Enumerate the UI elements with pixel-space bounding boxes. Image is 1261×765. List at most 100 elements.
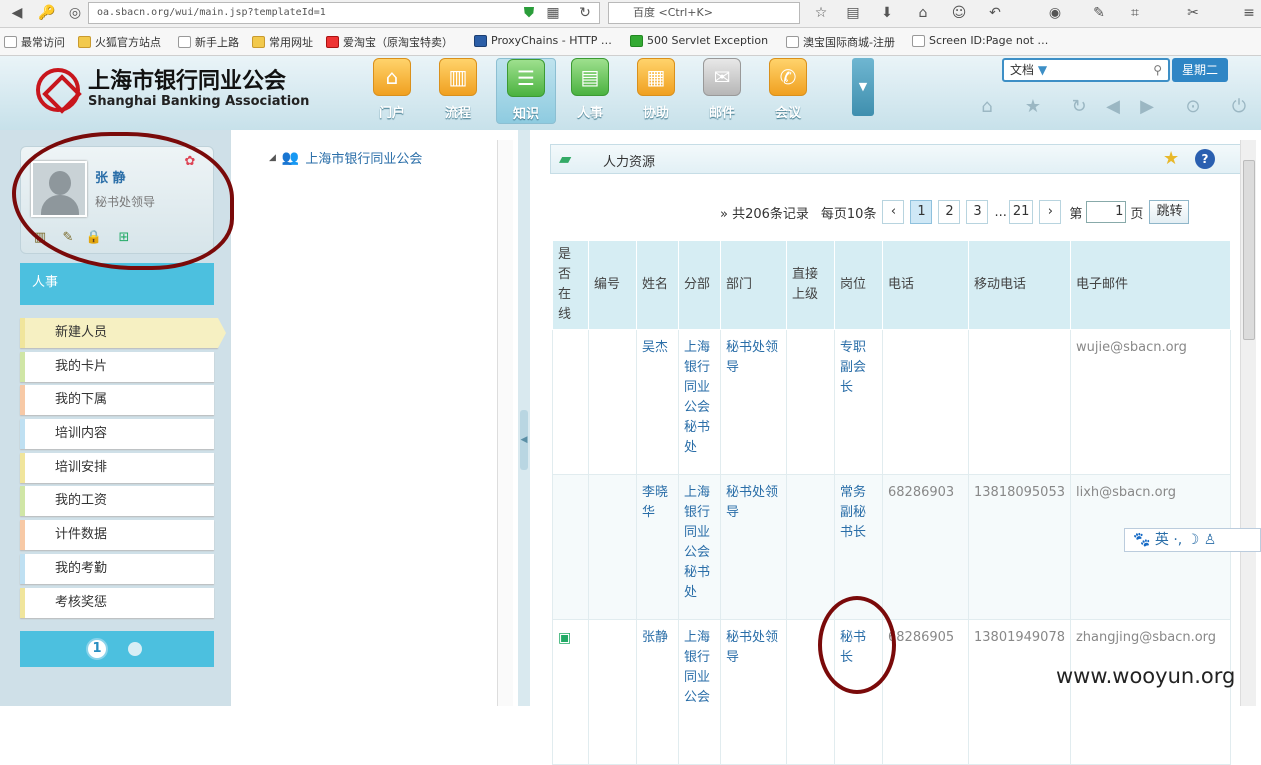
refresh-icon[interactable]: ↻ <box>1068 96 1090 118</box>
page-button-3[interactable]: 3 <box>966 200 989 224</box>
bookmark-label: 常用网址 <box>269 36 313 49</box>
power-icon[interactable]: ⏻ <box>1228 96 1250 118</box>
privacy-icon[interactable]: ◉ <box>1046 4 1064 22</box>
ime-toolbar[interactable]: 🐾 英 ·, ☽ ♙ <box>1124 528 1261 552</box>
back-arrow-icon[interactable]: ◀ <box>1102 96 1124 118</box>
tree-root-label: 上海市银行同业公会 <box>305 152 423 167</box>
sidebar-item-salary[interactable]: 我的工资 <box>20 486 214 517</box>
cell-branch[interactable]: 上海银行同业公会 <box>678 619 721 765</box>
cell-email: zhangjing@sbacn.org <box>1069 619 1231 765</box>
cell-id <box>588 619 637 765</box>
nav-label: 流程 <box>444 106 471 121</box>
back-icon[interactable]: ◀ <box>8 4 26 22</box>
sidebar-item-attendance[interactable]: 我的考勤 <box>20 553 214 584</box>
cell-name[interactable]: 吴杰 <box>636 329 679 475</box>
cell-dept[interactable]: 秘书处领导 <box>720 619 787 765</box>
tree-root-item[interactable]: ◢ 👥 上海市银行同业公会 <box>269 148 423 168</box>
bookmark-item[interactable]: Screen ID:Page not … <box>912 34 1048 47</box>
site-info-icon[interactable]: 🔑 <box>38 4 56 22</box>
bookmark-item[interactable]: 常用网址 <box>252 34 313 50</box>
online-computer-icon: ▣ <box>558 630 572 646</box>
home-icon[interactable]: ⌂ <box>914 4 932 22</box>
cell-online <box>552 474 589 620</box>
page-button-1[interactable]: 1 <box>910 200 933 224</box>
tools-icon[interactable]: ✂ <box>1184 4 1202 22</box>
jump-button[interactable]: 跳转 <box>1149 200 1190 224</box>
mail-icon: ✉ <box>703 58 741 96</box>
cell-branch[interactable]: 上海银行同业公会秘书处 <box>678 474 721 620</box>
nav-meeting[interactable]: ✆ 会议 <box>758 58 818 121</box>
prev-page-button[interactable]: ‹ <box>882 200 905 224</box>
browser-search-input[interactable]: 百度 <Ctrl+K> <box>608 2 800 24</box>
cell-name[interactable]: 李晓华 <box>636 474 679 620</box>
app-header: 上海市银行同业公会 Shanghai Banking Association ⌂… <box>0 56 1261 130</box>
nav-hr[interactable]: ▤ 人事 <box>560 58 620 121</box>
reading-list-icon[interactable]: ▤ <box>844 4 862 22</box>
sidebar-item-piecework[interactable]: 计件数据 <box>20 520 214 551</box>
collapse-icon[interactable]: ◀ <box>520 410 528 470</box>
sidebar-page-dot[interactable] <box>128 642 142 656</box>
cell-dept[interactable]: 秘书处领导 <box>720 329 787 475</box>
sidebar-item-appraisal[interactable]: 考核奖惩 <box>20 587 214 618</box>
bookmark-star-icon[interactable]: ☆ <box>812 4 830 22</box>
download-icon[interactable]: ⬇ <box>878 4 896 22</box>
page-input[interactable]: 1 <box>1086 201 1127 223</box>
bookmark-item[interactable]: 爱淘宝（原淘宝特卖） <box>326 34 453 50</box>
chat-icon[interactable]: ☺ <box>950 4 968 22</box>
sidebar-page-1[interactable]: 1 <box>86 638 108 660</box>
qr-icon[interactable]: ▦ <box>544 4 562 22</box>
scrollbar-thumb[interactable] <box>1243 160 1255 340</box>
sidebar-item-training-content[interactable]: 培训内容 <box>20 419 214 450</box>
forward-arrow-icon[interactable]: ▶ <box>1136 96 1158 118</box>
dropdown-icon[interactable]: ⊙ <box>1182 96 1204 118</box>
crop-icon[interactable]: ⌗ <box>1126 4 1144 22</box>
sidebar-item-subordinates[interactable]: 我的下属 <box>20 385 214 416</box>
sidebar-item-my-card[interactable]: 我的卡片 <box>20 351 214 382</box>
nav-knowledge[interactable]: ☰ 知识 <box>496 58 556 124</box>
doc-search-input[interactable]: 文档 ▼ ⚲ <box>1002 58 1170 82</box>
annotation-circle-post <box>818 596 896 694</box>
cell-post[interactable]: 专职副会长 <box>834 329 883 475</box>
cell-name[interactable]: 张静 <box>636 619 679 765</box>
bookmark-item[interactable]: 最常访问 <box>4 34 65 50</box>
search-icon[interactable]: ⚲ <box>1153 60 1162 80</box>
nav-mail[interactable]: ✉ 邮件 <box>692 58 752 121</box>
nav-more-button[interactable]: ▼ <box>852 58 874 116</box>
sidebar-item-training-schedule[interactable]: 培训安排 <box>20 452 214 483</box>
bookmark-item[interactable]: 火狐官方站点 <box>78 34 161 50</box>
help-icon[interactable]: ? <box>1195 149 1215 169</box>
nav-portal[interactable]: ⌂ 门户 <box>362 58 422 121</box>
cell-phone <box>882 329 969 475</box>
chevron-down-icon[interactable]: ▼ <box>1038 63 1047 77</box>
home-icon[interactable]: ⌂ <box>976 96 998 118</box>
col-dept: 部门 <box>720 240 787 330</box>
paw-icon: 🐾 <box>1133 532 1151 548</box>
expand-icon[interactable]: ◢ <box>269 153 276 163</box>
main-scrollbar[interactable] <box>1240 140 1256 706</box>
next-page-button[interactable]: › <box>1039 200 1062 224</box>
shield-icon[interactable]: ⛊ <box>520 4 538 22</box>
sidebar-item-new-person[interactable]: 新建人员 <box>20 318 226 348</box>
favorite-star-icon[interactable]: ★ <box>1163 148 1179 169</box>
favorite-icon[interactable]: ★ <box>1022 96 1044 118</box>
bookmark-item[interactable]: 澳宝国际商城-注册 <box>786 34 895 50</box>
bookmark-item[interactable]: 500 Servlet Exception <box>630 34 768 47</box>
menu-icon[interactable]: ≡ <box>1240 4 1258 22</box>
tree-scrollbar[interactable] <box>497 140 513 706</box>
reload-icon[interactable]: ↻ <box>576 4 594 22</box>
nav-workflow[interactable]: ▥ 流程 <box>428 58 488 121</box>
pane-splitter[interactable]: ◀ <box>518 130 530 706</box>
nav-assist[interactable]: ▦ 协助 <box>626 58 686 121</box>
bookmark-item[interactable]: 新手上路 <box>178 34 239 50</box>
undo-icon[interactable]: ↶ <box>986 4 1004 22</box>
comment-icon[interactable]: ✎ <box>1090 4 1108 22</box>
page-button-2[interactable]: 2 <box>938 200 961 224</box>
bookmark-item[interactable]: ProxyChains - HTTP … <box>474 34 612 47</box>
cell-dept[interactable]: 秘书处领导 <box>720 474 787 620</box>
cell-mobile: 13818095053 <box>968 474 1071 620</box>
cell-branch[interactable]: 上海银行同业公会秘书处 <box>678 329 721 475</box>
weekday-badge: 星期二 <box>1172 58 1228 82</box>
page-button-last[interactable]: 21 <box>1008 200 1034 224</box>
cell-boss <box>786 474 835 620</box>
nav-label: 知识 <box>512 107 539 122</box>
